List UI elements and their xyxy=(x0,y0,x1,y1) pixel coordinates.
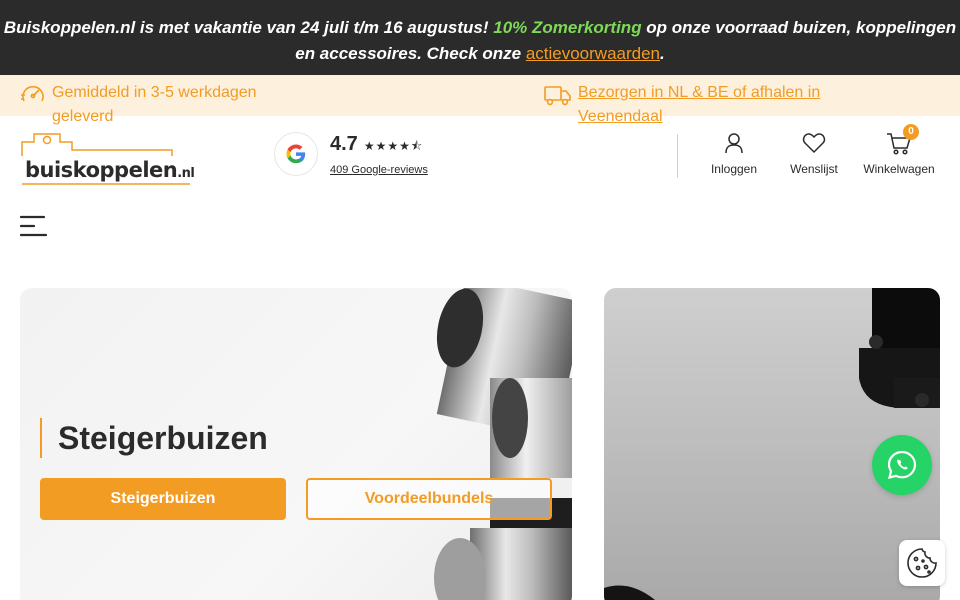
review-summary: 4.7 ★★★★⯪ 409 Google-reviews xyxy=(330,133,428,176)
cart-label: Winkelwagen xyxy=(863,162,935,176)
google-icon xyxy=(274,132,318,176)
steigerbuizen-button[interactable]: Steigerbuizen xyxy=(40,478,286,520)
review-stars: ★★★★⯪ xyxy=(363,138,424,153)
site-header: buiskoppelen.nl 4.7 ★★★★⯪ 409 Google-revi… xyxy=(0,116,960,206)
logo-suffix: .nl xyxy=(177,166,195,181)
cart-button[interactable]: 0 Winkelwagen xyxy=(856,124,942,176)
hero-title: Steigerbuizen xyxy=(40,418,268,458)
cookie-icon[interactable] xyxy=(899,540,945,586)
hamburger-menu-icon[interactable] xyxy=(19,215,48,237)
heart-icon xyxy=(802,133,826,154)
login-button[interactable]: Inloggen xyxy=(703,132,765,176)
promo-conditions-link[interactable]: actievoorwaarden xyxy=(526,44,660,63)
promo-banner: Buiskoppelen.nl is met vakantie van 24 j… xyxy=(0,0,960,75)
google-reviews-widget[interactable]: 4.7 ★★★★⯪ 409 Google-reviews xyxy=(274,132,428,176)
wishlist-label: Wenslijst xyxy=(790,162,838,176)
speedometer-icon xyxy=(21,85,44,102)
login-label: Inloggen xyxy=(710,162,758,176)
wishlist-button[interactable]: Wenslijst xyxy=(785,132,843,176)
site-logo[interactable]: buiskoppelen.nl xyxy=(20,130,195,186)
logo-main-text: buiskoppelen xyxy=(25,158,178,182)
promo-highlight: 10% Zomerkorting xyxy=(493,18,642,37)
voordeelbundels-button[interactable]: Voordeelbundels xyxy=(306,478,552,520)
truck-icon xyxy=(544,86,571,106)
reviews-link[interactable]: 409 Google-reviews xyxy=(330,164,428,176)
review-score: 4.7 xyxy=(330,132,358,155)
steigerbuizen-card[interactable]: Steigerbuizen Steigerbuizen Voordeelbund… xyxy=(20,288,572,600)
whatsapp-icon[interactable] xyxy=(872,435,932,495)
logo-text: buiskoppelen.nl xyxy=(25,158,195,182)
cart-count-badge: 0 xyxy=(903,124,919,140)
user-icon xyxy=(725,133,743,154)
header-divider xyxy=(677,134,678,178)
promo-text-end: . xyxy=(660,44,665,63)
promo-text: Buiskoppelen.nl is met vakantie van 24 j… xyxy=(3,18,494,37)
usp-bar: Gemiddeld in 3-5 werkdagen geleverd Bezo… xyxy=(0,75,960,125)
